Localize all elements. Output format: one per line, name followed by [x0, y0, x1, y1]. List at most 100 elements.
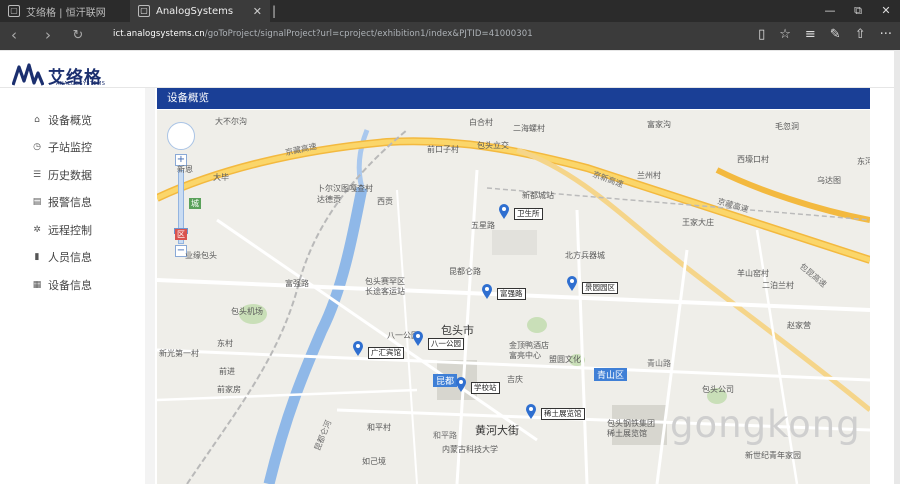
map-place-label: 包头公司	[702, 385, 734, 394]
map-place-label: 乌达图	[817, 176, 841, 185]
tab-title: 艾络格 | 恒汗联网	[26, 7, 106, 19]
map-place-label: 大毕	[213, 173, 229, 182]
map-marker-icon[interactable]	[566, 276, 578, 292]
sidebar-item-history-data[interactable]: ☰ 历史数据	[32, 161, 92, 189]
map-pan-control[interactable]	[167, 122, 195, 150]
map-place-label: 王家大庄	[682, 218, 714, 227]
marker-label[interactable]: 卫生所	[514, 208, 543, 220]
map-place-label: 二泊兰村	[762, 281, 794, 290]
map-place-label: 二海螺村	[513, 124, 545, 133]
map-marker-icon[interactable]	[352, 341, 364, 357]
map-district-label-2[interactable]: 昆都	[433, 374, 458, 387]
map-place-label: 包头立交	[477, 141, 509, 150]
map-marker-icon[interactable]	[525, 404, 537, 420]
sidebar-item-label: 报警信息	[48, 196, 92, 210]
map-place-label: 羊山窑村	[737, 269, 769, 278]
url-host: ict.analogsystems.cn	[113, 29, 205, 39]
map-place-label: 新光第一村	[159, 349, 199, 358]
restore-icon[interactable]: ⧉	[844, 0, 872, 22]
panel-title: 设备概览	[157, 88, 870, 109]
map-place-label: 白合村	[469, 118, 493, 127]
browser-tab-2[interactable]: ▢ AnalogSystems ✕	[130, 0, 270, 22]
marker-label[interactable]: 学校站	[471, 382, 500, 394]
map-place-label: 富强路	[285, 279, 309, 288]
sidebar-item-label: 人员信息	[48, 251, 92, 265]
more-icon[interactable]: ···	[880, 27, 892, 42]
bookmark-icon: ▮	[34, 252, 40, 263]
map-road-label: 和平路	[433, 431, 457, 440]
sidebar-item-label: 设备概览	[48, 113, 92, 127]
sidebar-item-label: 远程控制	[48, 223, 92, 237]
marker-label[interactable]: 富强路	[497, 288, 526, 300]
map-place-label: 包头机场	[231, 307, 263, 316]
map-place-label: 盟圆文化	[549, 355, 581, 364]
tab-favicon-icon: ▢	[8, 5, 20, 17]
sidebar-item-label: 历史数据	[48, 168, 92, 182]
map-marker-icon[interactable]	[481, 284, 493, 300]
marker-label[interactable]: 八一公园	[428, 338, 464, 350]
map-city-label: 包头市	[441, 324, 474, 337]
minimize-icon[interactable]: —	[816, 0, 844, 22]
map-place-label: 新恩	[177, 165, 193, 174]
map-place-label: 毛忽洞	[775, 122, 799, 131]
map-marker-icon[interactable]	[498, 204, 510, 220]
reading-view-icon[interactable]: ▯	[758, 27, 765, 42]
map-place-label: 内蒙古科技大学	[442, 445, 498, 454]
sidebar-item-substation-monitor[interactable]: ◷ 子站监控	[32, 134, 92, 162]
marker-label[interactable]: 广汇宾馆	[368, 347, 404, 359]
map-place-label: 富家沟	[647, 120, 671, 129]
sidebar-item-personnel[interactable]: ▮ 人员信息	[32, 244, 92, 272]
marker-label[interactable]: 稀土展览馆	[541, 408, 585, 420]
sidebar-item-label: 子站监控	[48, 141, 92, 155]
sidebar-gutter	[145, 88, 155, 484]
map-marker-icon[interactable]	[412, 331, 424, 347]
browser-tab-1[interactable]: ▢ 艾络格 | 恒汗联网	[0, 0, 128, 22]
map-place-label: 业缘包头	[185, 251, 217, 260]
hub-icon[interactable]: ≡	[805, 27, 816, 42]
map-place-label: 大不尔沟	[215, 117, 247, 126]
window-controls: — ⧉ ✕	[816, 0, 900, 22]
sidebar-item-remote-control[interactable]: ✲ 远程控制	[32, 216, 92, 244]
map-place-label: 稀土展览馆	[607, 429, 647, 438]
map-district-label[interactable]: 青山区	[594, 368, 628, 381]
map-place-label: 赵家营	[787, 321, 811, 330]
sidebar-item-device-info[interactable]: ▦ 设备信息	[32, 271, 92, 299]
sidebar-item-device-overview[interactable]: ⌂ 设备概览	[32, 106, 92, 134]
sidebar-menu: ⌂ 设备概览 ◷ 子站监控 ☰ 历史数据 ▤ 报警信息 ✲ 远程控制 ▮ 人员信…	[32, 106, 92, 299]
map-place-label: 北方兵器城	[565, 251, 605, 260]
map-place-label: 前口子村	[427, 145, 459, 154]
clock-icon: ◷	[33, 142, 41, 153]
notes-icon[interactable]: ✎	[830, 27, 841, 42]
map-place-label: 东河	[857, 157, 870, 166]
map-marker-icon[interactable]	[455, 377, 467, 393]
share-icon[interactable]: ⇧	[855, 27, 866, 42]
brand-logo[interactable]: 艾络格 ANALOGSYSTEMS	[12, 61, 105, 89]
gear-icon: ✲	[33, 224, 41, 235]
back-icon[interactable]: ‹	[2, 26, 26, 44]
url-path: /goToProject/signalProject?url=cproject/…	[204, 29, 533, 39]
forward-icon[interactable]: ›	[36, 26, 60, 44]
marker-label[interactable]: 景园园区	[582, 282, 618, 294]
zoom-level-district-tag[interactable]: 区	[175, 229, 187, 240]
page-scrollbar[interactable]	[894, 50, 900, 484]
browser-toolbar: ▯ ☆ ≡ ✎ ⇧ ···	[758, 27, 892, 42]
close-tab-icon[interactable]: ✕	[253, 5, 262, 18]
logo-icon	[12, 63, 44, 86]
home-icon: ⌂	[34, 114, 40, 125]
address-bar: ‹ › ↻ ict.analogsystems.cn/goToProject/s…	[0, 22, 900, 50]
new-tab-button[interactable]: |	[272, 4, 276, 18]
zoom-level-city-tag[interactable]: 城	[189, 198, 201, 209]
refresh-icon[interactable]: ↻	[66, 28, 90, 43]
map-place-label: 东村	[217, 339, 233, 348]
map-place-label: 黄河大街	[475, 424, 519, 437]
sidebar-item-alarm-info[interactable]: ▤ 报警信息	[32, 189, 92, 217]
map-place-label: 长途客运站	[365, 287, 405, 296]
map-place-label: 达德贡	[317, 195, 341, 204]
map-place-label: 吉庆	[507, 375, 523, 384]
favorite-star-icon[interactable]: ☆	[779, 27, 791, 42]
map-place-label: 新世纪青年家园	[745, 451, 801, 460]
close-window-icon[interactable]: ✕	[872, 0, 900, 22]
watermark: gongkong	[670, 403, 861, 446]
url-field[interactable]: ict.analogsystems.cn/goToProject/signalP…	[113, 29, 533, 39]
info-icon: ▤	[32, 197, 42, 208]
